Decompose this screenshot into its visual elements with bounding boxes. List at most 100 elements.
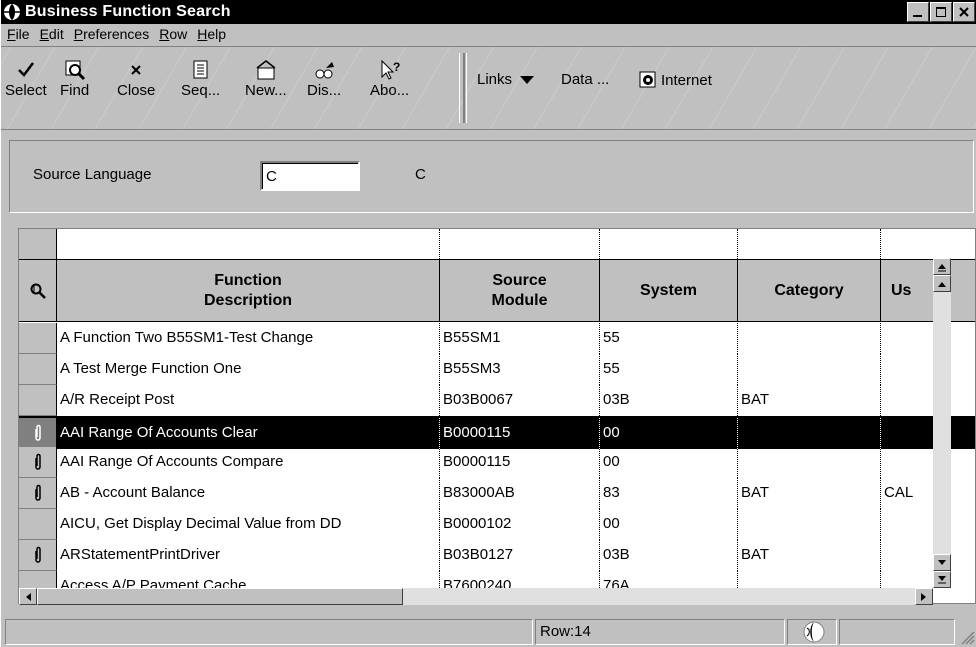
about-button[interactable]: ? Abo...: [370, 59, 409, 99]
cell-use[interactable]: [881, 540, 975, 571]
minimize-button[interactable]: [907, 2, 929, 22]
row-header[interactable]: [19, 478, 57, 509]
cell-category[interactable]: BAT: [738, 385, 881, 416]
qbe-system[interactable]: [600, 229, 738, 259]
row-header[interactable]: [19, 540, 57, 571]
attachment-header[interactable]: [19, 260, 57, 322]
cell-desc[interactable]: AAI Range Of Accounts Clear: [57, 418, 440, 449]
close-window-button[interactable]: [953, 2, 975, 22]
row-header[interactable]: [19, 323, 57, 354]
links-button[interactable]: Links: [477, 71, 538, 88]
cell-desc[interactable]: A Function Two B55SM1-Test Change: [57, 323, 440, 354]
cell-desc[interactable]: A Test Merge Function One: [57, 354, 440, 385]
cell-module[interactable]: B0000102: [440, 509, 600, 540]
cell-desc[interactable]: AB - Account Balance: [57, 478, 440, 509]
row-header[interactable]: [19, 385, 57, 416]
cell-category[interactable]: [738, 354, 881, 385]
cell-system[interactable]: 55: [600, 354, 738, 385]
cell-system[interactable]: 00: [600, 418, 738, 449]
column-header-source-module[interactable]: Source Module: [440, 260, 600, 322]
menu-edit[interactable]: Edit: [36, 26, 68, 42]
cell-module[interactable]: B55SM1: [440, 323, 600, 354]
cell-module[interactable]: B0000115: [440, 447, 600, 478]
row-header[interactable]: [19, 509, 57, 540]
cell-module[interactable]: B03B0127: [440, 540, 600, 571]
scroll-top-button[interactable]: [933, 258, 951, 275]
cell-use[interactable]: [881, 447, 975, 478]
row-header[interactable]: [19, 418, 57, 449]
cell-use[interactable]: [881, 385, 975, 416]
cell-module[interactable]: B83000AB: [440, 478, 600, 509]
cell-desc[interactable]: AAI Range Of Accounts Compare: [57, 447, 440, 478]
horizontal-scrollbar[interactable]: [19, 588, 933, 605]
qbe-module[interactable]: [440, 229, 600, 259]
source-language-label: Source Language: [33, 166, 152, 183]
internet-button[interactable]: Internet: [639, 71, 712, 89]
cell-desc[interactable]: A/R Receipt Post: [57, 385, 440, 416]
cell-system[interactable]: 03B: [600, 540, 738, 571]
new-button[interactable]: New...: [245, 59, 287, 99]
scroll-up-button[interactable]: [933, 275, 951, 292]
find-button[interactable]: Find: [60, 59, 89, 99]
cell-category[interactable]: [738, 418, 881, 449]
cell-desc[interactable]: ARStatementPrintDriver: [57, 540, 440, 571]
table-row[interactable]: AB - Account Balance B83000AB 83 BAT CAL: [19, 478, 975, 509]
table-row[interactable]: AAI Range Of Accounts Clear B0000115 00: [19, 416, 975, 449]
cell-use[interactable]: [881, 354, 975, 385]
cell-system[interactable]: 83: [600, 478, 738, 509]
cell-category[interactable]: [738, 323, 881, 354]
close-button[interactable]: Close: [117, 59, 155, 99]
sequence-button[interactable]: Seq...: [181, 59, 220, 99]
cell-system[interactable]: 03B: [600, 385, 738, 416]
data-button[interactable]: Data ...: [561, 71, 609, 88]
cell-use[interactable]: [881, 509, 975, 540]
cell-category[interactable]: BAT: [738, 540, 881, 571]
table-row[interactable]: AAI Range Of Accounts Compare B0000115 00: [19, 447, 975, 478]
display-button[interactable]: Dis...: [307, 59, 341, 99]
qbe-row[interactable]: [19, 229, 975, 260]
cell-system[interactable]: 00: [600, 509, 738, 540]
table-row[interactable]: A Function Two B55SM1-Test Change B55SM1 5…: [19, 323, 975, 354]
cell-system[interactable]: 00: [600, 447, 738, 478]
cell-use[interactable]: [881, 418, 975, 449]
resize-grip-icon[interactable]: [959, 629, 975, 645]
cell-category[interactable]: [738, 509, 881, 540]
source-language-input[interactable]: [260, 161, 360, 191]
cell-system[interactable]: 55: [600, 323, 738, 354]
paperclip-icon: [34, 546, 41, 563]
scroll-right-button[interactable]: [915, 588, 933, 605]
row-header[interactable]: [19, 354, 57, 385]
scroll-bottom-button[interactable]: [933, 571, 951, 588]
vertical-scrollbar[interactable]: [933, 258, 951, 588]
table-row[interactable]: AICU, Get Display Decimal Value from DD B…: [19, 509, 975, 540]
cell-use[interactable]: [881, 323, 975, 354]
cell-module[interactable]: B03B0067: [440, 385, 600, 416]
qbe-description[interactable]: [57, 229, 440, 259]
row-header[interactable]: [19, 447, 57, 478]
qbe-category[interactable]: [738, 229, 881, 259]
column-header-system[interactable]: System: [600, 260, 738, 322]
table-row[interactable]: A/R Receipt Post B03B0067 03B BAT: [19, 385, 975, 416]
qbe-use[interactable]: [881, 229, 975, 259]
table-row[interactable]: A Test Merge Function One B55SM3 55: [19, 354, 975, 385]
select-button[interactable]: Select: [5, 59, 47, 99]
cell-desc[interactable]: AICU, Get Display Decimal Value from DD: [57, 509, 440, 540]
cell-module[interactable]: B0000115: [440, 418, 600, 449]
cell-use[interactable]: CAL: [881, 478, 975, 509]
menu-help[interactable]: Help: [193, 26, 230, 42]
menu-row[interactable]: Row: [155, 26, 191, 42]
cell-module[interactable]: B55SM3: [440, 354, 600, 385]
menu-preferences[interactable]: Preferences: [70, 26, 154, 42]
table-row[interactable]: ARStatementPrintDriver B03B0127 03B BAT: [19, 540, 975, 571]
cell-category[interactable]: BAT: [738, 478, 881, 509]
column-header-description[interactable]: Function Description: [57, 260, 440, 322]
menu-file[interactable]: File: [3, 26, 34, 42]
scroll-down-button[interactable]: [933, 554, 951, 571]
horizontal-scroll-thumb[interactable]: [37, 588, 403, 605]
column-header-category[interactable]: Category: [738, 260, 881, 322]
window-title: Business Function Search: [25, 3, 231, 20]
scroll-left-button[interactable]: [19, 588, 37, 605]
column-header-use[interactable]: Us: [881, 260, 975, 322]
maximize-button[interactable]: [930, 2, 952, 22]
cell-category[interactable]: [738, 447, 881, 478]
